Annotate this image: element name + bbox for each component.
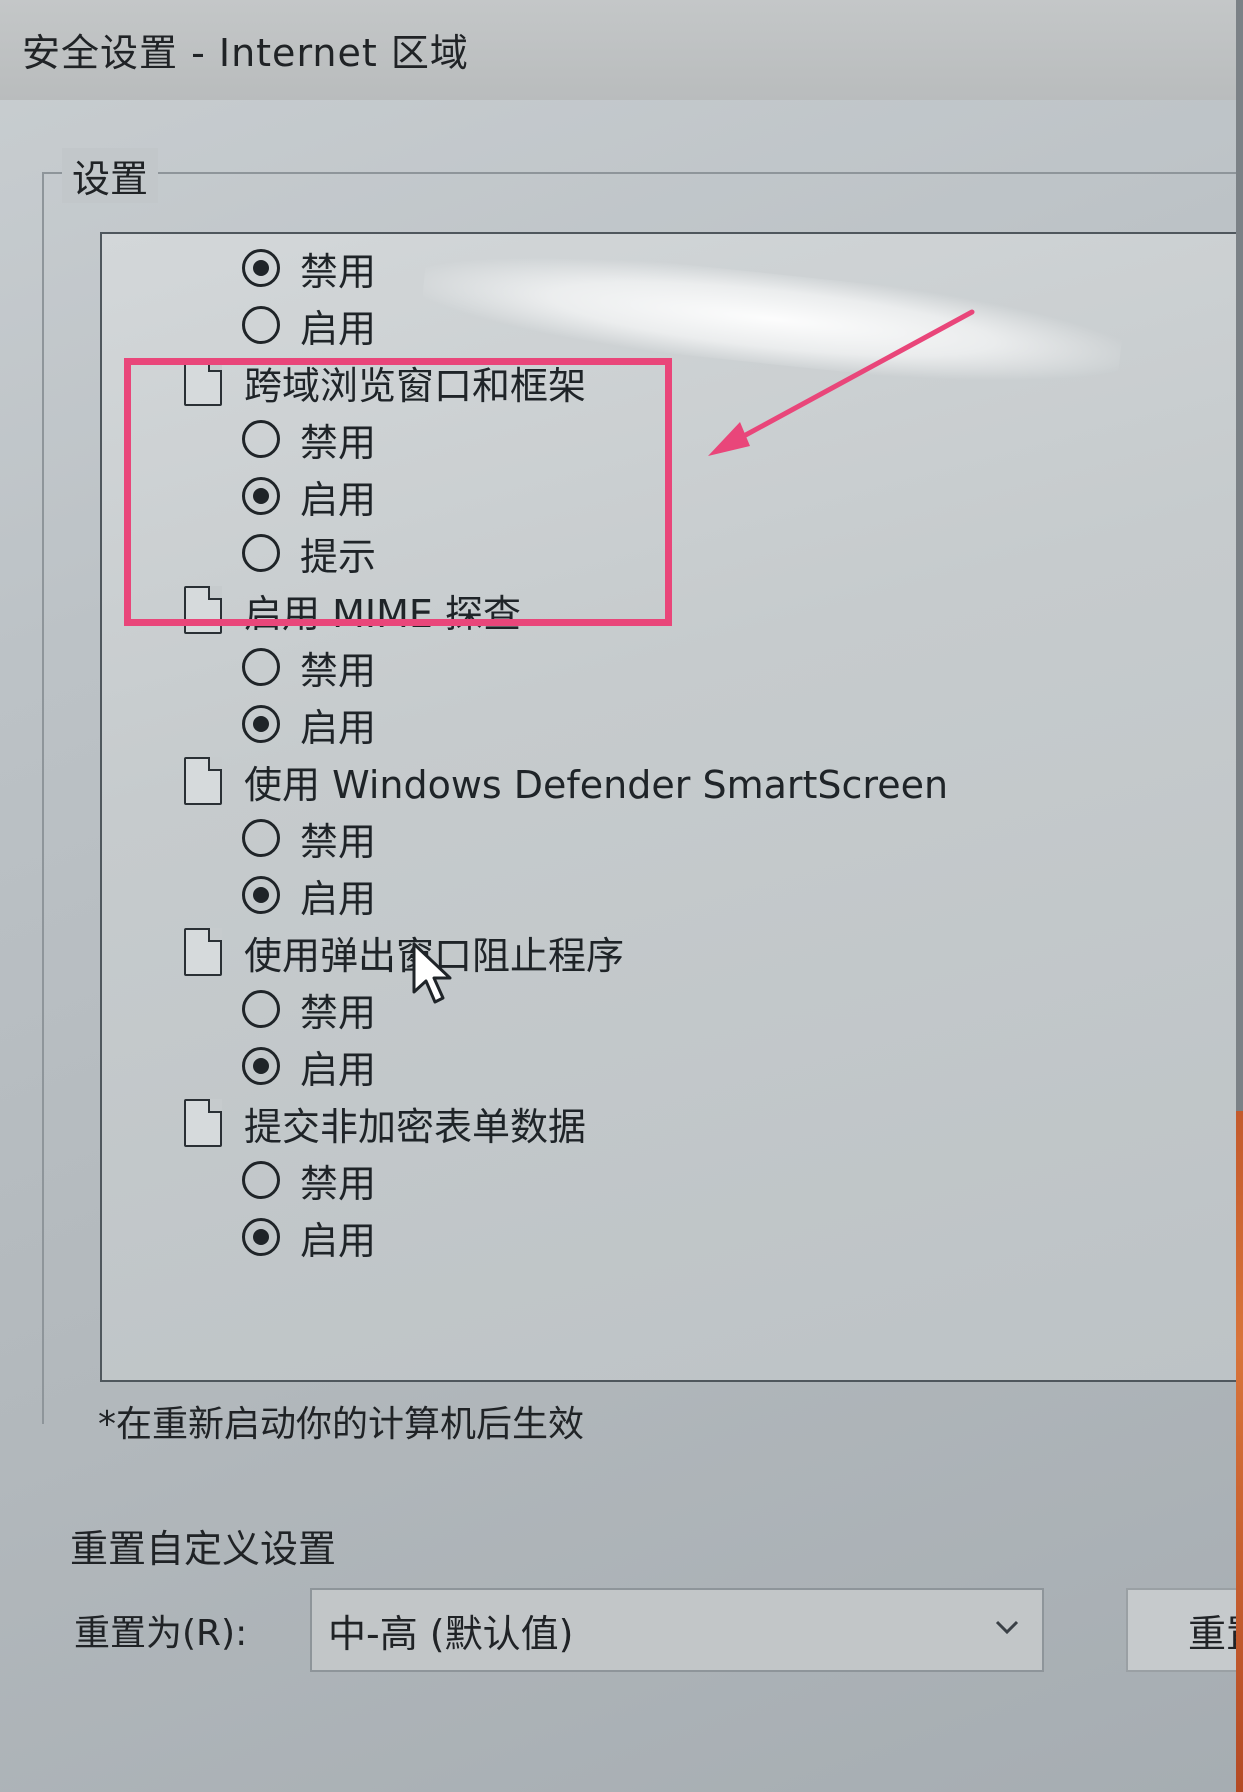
radio-button[interactable] xyxy=(242,249,280,287)
radio-button[interactable] xyxy=(242,705,280,743)
radio-button[interactable] xyxy=(242,306,280,344)
mouse-cursor-icon xyxy=(412,942,452,1004)
radio-button[interactable] xyxy=(242,990,280,1028)
restart-note: *在重新启动你的计算机后生效 xyxy=(98,1404,585,1445)
radio-button[interactable] xyxy=(242,1218,280,1256)
document-icon xyxy=(184,1099,222,1147)
reset-level-select[interactable]: 中-高 (默认值) xyxy=(310,1588,1044,1672)
option-label: 禁用 xyxy=(300,648,377,693)
radio-option[interactable]: 禁用 xyxy=(242,810,376,866)
option-label: 禁用 xyxy=(300,1161,377,1206)
setting-category: 使用 Windows Defender SmartScreen xyxy=(184,753,948,809)
dialog-photo: 安全设置 - Internet 区域 设置 禁用 启用 跨域浏览窗口和框架 禁用… xyxy=(0,0,1240,1792)
option-label: 启用 xyxy=(300,705,377,750)
highlight-annotation-box xyxy=(124,358,672,626)
setting-category: 提交非加密表单数据 xyxy=(184,1095,586,1151)
setting-category: 使用弹出窗口阻止程序 xyxy=(184,924,624,980)
radio-option[interactable]: 启用 xyxy=(242,1209,376,1265)
radio-button[interactable] xyxy=(242,648,280,686)
option-label: 启用 xyxy=(300,1047,377,1092)
radio-option[interactable]: 启用 xyxy=(242,696,376,752)
reset-section-heading: 重置自定义设置 xyxy=(70,1527,337,1571)
option-label: 禁用 xyxy=(300,990,377,1035)
radio-option[interactable]: 禁用 xyxy=(242,240,376,296)
category-label: 使用 Windows Defender SmartScreen xyxy=(244,762,949,807)
option-label: 禁用 xyxy=(300,819,377,864)
arrow-annotation-icon xyxy=(708,309,975,456)
option-label: 禁用 xyxy=(300,249,377,294)
option-label: 启用 xyxy=(300,306,377,351)
background-edge xyxy=(1236,0,1243,1792)
radio-option[interactable]: 禁用 xyxy=(242,981,376,1037)
radio-option[interactable]: 启用 xyxy=(242,867,376,923)
radio-option[interactable]: 禁用 xyxy=(242,1152,376,1208)
window-title: 安全设置 - Internet 区域 xyxy=(22,31,469,75)
option-label: 启用 xyxy=(300,1218,377,1263)
option-label: 启用 xyxy=(300,876,377,921)
radio-option[interactable]: 启用 xyxy=(242,1038,376,1094)
title-bar: 安全设置 - Internet 区域 xyxy=(0,0,1240,100)
radio-option[interactable]: 启用 xyxy=(242,297,376,353)
radio-button[interactable] xyxy=(242,1047,280,1085)
reset-button[interactable]: 重置 xyxy=(1126,1588,1240,1672)
category-label: 提交非加密表单数据 xyxy=(244,1104,587,1149)
chevron-down-icon[interactable] xyxy=(992,1612,1022,1642)
document-icon xyxy=(184,757,222,805)
radio-option[interactable]: 禁用 xyxy=(242,639,376,695)
settings-group-label: 设置 xyxy=(62,148,159,203)
document-icon xyxy=(184,928,222,976)
radio-button[interactable] xyxy=(242,876,280,914)
reset-button-label: 重置 xyxy=(1188,1611,1240,1656)
radio-button[interactable] xyxy=(242,1161,280,1199)
reset-level-value: 中-高 (默认值) xyxy=(328,1611,574,1656)
reset-to-label: 重置为(R): xyxy=(74,1613,248,1654)
radio-button[interactable] xyxy=(242,819,280,857)
